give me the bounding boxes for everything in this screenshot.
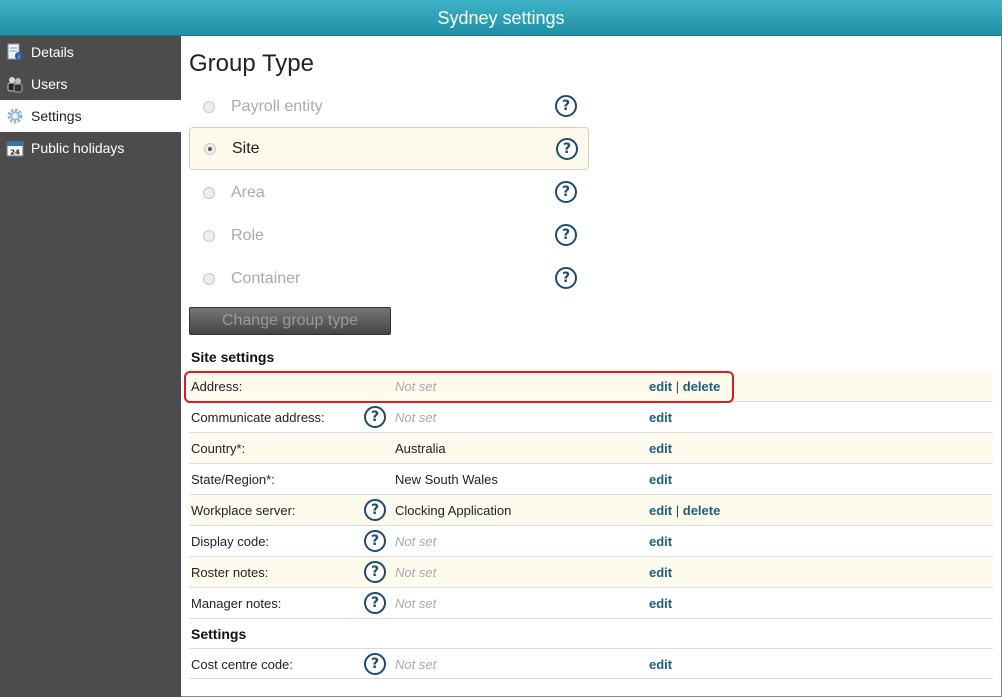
setting-value: Clocking Application: [395, 503, 512, 518]
setting-value: Australia: [395, 441, 446, 456]
help-icon[interactable]: ?: [364, 561, 386, 583]
setting-label: Communicate address:: [191, 410, 325, 425]
action-separator: |: [675, 503, 680, 518]
sidebar: i Details Users Settings 24 Public holid…: [0, 36, 181, 697]
edit-link[interactable]: edit: [649, 410, 672, 425]
help-icon[interactable]: ?: [555, 224, 577, 246]
setting-value: Not set: [395, 657, 437, 672]
window-title: Sydney settings: [0, 0, 1002, 36]
setting-label: Roster notes:: [191, 565, 269, 580]
calendar-icon: 24: [6, 139, 24, 157]
help-icon[interactable]: ?: [364, 406, 386, 428]
setting-label: Country*:: [191, 441, 246, 456]
setting-label: Manager notes:: [191, 596, 282, 611]
row-actions: edit: [649, 410, 672, 425]
setting-value: New South Wales: [395, 472, 498, 487]
radio-option-container[interactable]: Container ?: [189, 257, 589, 300]
edit-link[interactable]: edit: [649, 596, 672, 611]
edit-link[interactable]: edit: [649, 379, 672, 394]
setting-value: Not set: [395, 596, 437, 611]
radio-label: Site: [232, 139, 260, 157]
setting-value: Not set: [395, 565, 437, 580]
radio-button[interactable]: [203, 186, 215, 199]
radio-label: Container: [231, 269, 301, 287]
row-actions: edit: [649, 657, 672, 672]
setting-row-communicate-address: Communicate address: ? Not set edit: [189, 402, 993, 433]
edit-link[interactable]: edit: [649, 534, 672, 549]
help-icon[interactable]: ?: [555, 95, 577, 117]
gear-icon: [6, 107, 24, 125]
radio-option-role[interactable]: Role ?: [189, 214, 589, 257]
row-actions: edit: [649, 596, 672, 611]
help-icon[interactable]: ?: [364, 499, 386, 521]
radio-label: Role: [231, 226, 264, 244]
setting-label: Display code:: [191, 534, 270, 549]
main-panel: Group Type Payroll entity ? Site ? Area …: [181, 36, 1002, 697]
help-icon[interactable]: ?: [555, 267, 577, 289]
sidebar-item-details[interactable]: i Details: [0, 36, 181, 68]
radio-option-area[interactable]: Area ?: [189, 171, 589, 214]
setting-row-address: Address: Not set edit | delete: [189, 371, 993, 402]
row-actions: edit | delete: [649, 379, 720, 394]
settings-heading: Settings: [191, 626, 247, 642]
row-actions: edit: [649, 472, 672, 487]
setting-row-manager-notes: Manager notes: ? Not set edit: [189, 588, 993, 619]
action-separator: |: [675, 379, 680, 394]
radio-label: Area: [231, 183, 265, 201]
row-actions: edit | delete: [649, 503, 720, 518]
site-settings-heading: Site settings: [191, 349, 275, 365]
help-icon[interactable]: ?: [556, 138, 578, 160]
edit-link[interactable]: edit: [649, 565, 672, 580]
users-icon: [6, 75, 24, 93]
svg-text:24: 24: [10, 149, 20, 157]
sidebar-item-settings[interactable]: Settings: [0, 100, 181, 132]
setting-value: Not set: [395, 534, 437, 549]
radio-button[interactable]: [203, 100, 215, 113]
help-icon[interactable]: ?: [364, 592, 386, 614]
edit-link[interactable]: edit: [649, 657, 672, 672]
sidebar-item-users[interactable]: Users: [0, 68, 181, 100]
radio-option-payroll-entity[interactable]: Payroll entity ?: [189, 85, 589, 128]
sidebar-item-public-holidays[interactable]: 24 Public holidays: [0, 132, 181, 164]
setting-value: Not set: [395, 410, 437, 425]
sidebar-item-label: Users: [31, 76, 68, 92]
setting-label: Address:: [191, 379, 243, 394]
edit-link[interactable]: edit: [649, 441, 672, 456]
radio-button[interactable]: [203, 272, 215, 285]
change-group-type-button[interactable]: Change group type: [189, 307, 391, 335]
radio-button[interactable]: [203, 229, 215, 242]
row-actions: edit: [649, 441, 672, 456]
help-icon[interactable]: ?: [364, 653, 386, 675]
setting-row-workplace-server: Workplace server: ? Clocking Application…: [189, 495, 993, 526]
delete-link[interactable]: delete: [683, 503, 721, 518]
setting-row-state-region: State/Region*: New South Wales edit: [189, 464, 993, 495]
page-title: Group Type: [189, 50, 314, 77]
setting-value: Not set: [395, 379, 437, 394]
row-actions: edit: [649, 534, 672, 549]
help-icon[interactable]: ?: [555, 181, 577, 203]
radio-button-selected[interactable]: [204, 142, 216, 155]
radio-option-site[interactable]: Site ?: [189, 127, 589, 170]
sidebar-item-label: Details: [31, 44, 74, 60]
sidebar-item-label: Public holidays: [31, 140, 125, 156]
delete-link[interactable]: delete: [683, 379, 721, 394]
setting-label: Workplace server:: [191, 503, 296, 518]
setting-label: Cost centre code:: [191, 657, 293, 672]
details-doc-icon: i: [6, 43, 24, 61]
row-actions: edit: [649, 565, 672, 580]
setting-row-roster-notes: Roster notes: ? Not set edit: [189, 557, 993, 588]
edit-link[interactable]: edit: [649, 503, 672, 518]
edit-link[interactable]: edit: [649, 472, 672, 487]
radio-label: Payroll entity: [231, 97, 323, 115]
setting-label: State/Region*:: [191, 472, 275, 487]
setting-row-cost-centre-code: Cost centre code: ? Not set edit: [189, 648, 993, 679]
setting-row-display-code: Display code: ? Not set edit: [189, 526, 993, 557]
sidebar-item-label: Settings: [31, 108, 82, 124]
help-icon[interactable]: ?: [364, 530, 386, 552]
setting-row-country: Country*: Australia edit: [189, 433, 993, 464]
